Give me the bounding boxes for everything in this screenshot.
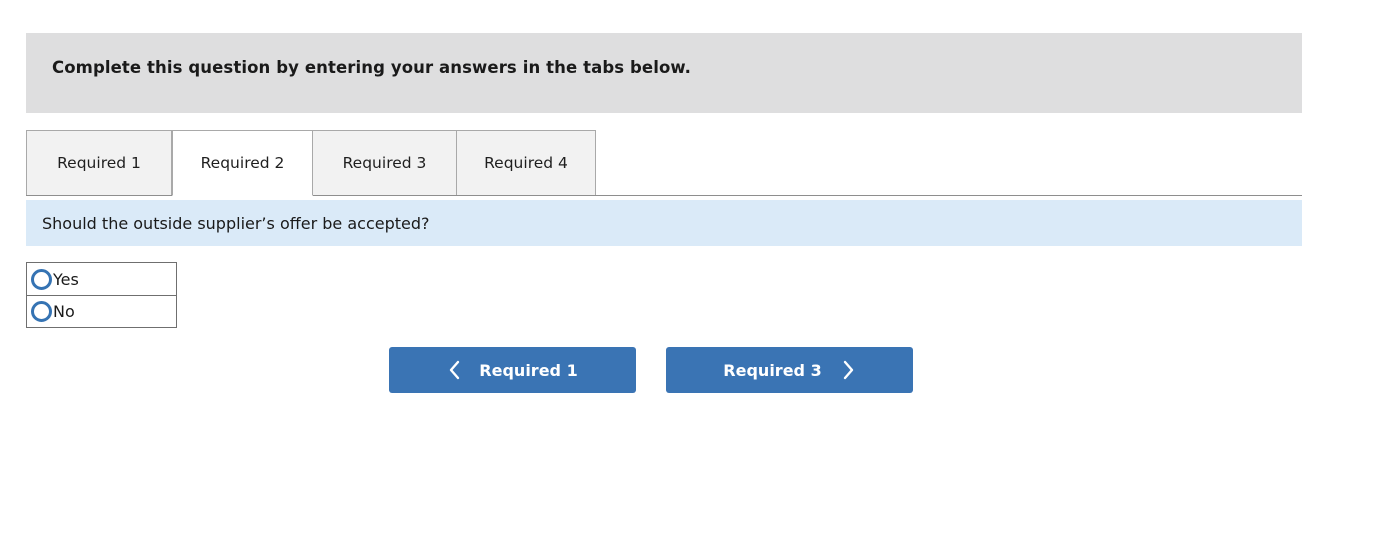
radio-button-icon[interactable] bbox=[31, 268, 52, 290]
question-text: Should the outside supplier’s offer be a… bbox=[42, 213, 430, 233]
next-required-button-label: Required 3 bbox=[723, 360, 822, 380]
tab-required-4[interactable]: Required 4 bbox=[456, 130, 596, 195]
next-required-button[interactable]: Required 3 bbox=[666, 347, 913, 393]
prev-required-button[interactable]: Required 1 bbox=[389, 347, 636, 393]
tab-required-3[interactable]: Required 3 bbox=[312, 130, 457, 195]
question-panel: Complete this question by entering your … bbox=[0, 0, 1384, 555]
answer-option-yes[interactable]: Yes bbox=[27, 263, 176, 295]
radio-button-icon[interactable] bbox=[31, 301, 52, 322]
tab-required-2[interactable]: Required 2 bbox=[172, 130, 313, 196]
chevron-left-icon bbox=[447, 359, 461, 381]
tab-required-1[interactable]: Required 1 bbox=[26, 130, 172, 195]
chevron-right-icon bbox=[842, 359, 856, 381]
instruction-text: Complete this question by entering your … bbox=[52, 58, 692, 77]
instruction-banner: Complete this question by entering your … bbox=[26, 33, 1302, 113]
prev-required-button-label: Required 1 bbox=[479, 360, 578, 380]
answer-radio-group: Yes No bbox=[26, 262, 177, 328]
answer-option-no-label: No bbox=[53, 302, 75, 321]
answer-option-yes-label: Yes bbox=[53, 269, 79, 289]
answer-option-no[interactable]: No bbox=[27, 295, 176, 327]
question-bar: Should the outside supplier’s offer be a… bbox=[26, 200, 1302, 246]
tab-strip: Required 1 Required 2 Required 3 Require… bbox=[26, 130, 1302, 196]
